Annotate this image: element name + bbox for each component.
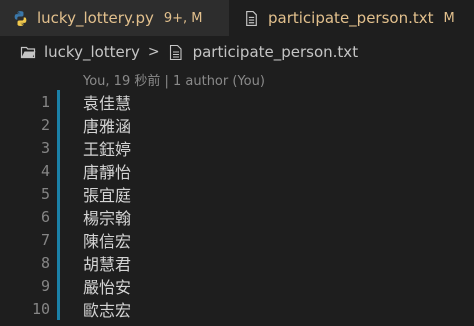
editor-line: 4 唐靜怡 xyxy=(0,159,474,182)
git-blame-codelens[interactable]: You, 19 秒前 | 1 author (You) xyxy=(83,70,265,90)
line-number: 10 xyxy=(31,299,50,318)
editor-line: 7 陳信宏 xyxy=(0,228,474,251)
line-number: 2 xyxy=(40,115,50,134)
tab-participate-person-txt[interactable]: participate_person.txt M xyxy=(229,0,474,36)
line-text: 唐靜怡 xyxy=(83,162,132,182)
line-number: 1 xyxy=(40,92,50,111)
breadcrumb-file[interactable]: participate_person.txt xyxy=(193,43,359,61)
tab-label: participate_person.txt xyxy=(268,9,434,27)
git-modified-indicator xyxy=(57,228,60,251)
editor-line: 10 歐志宏 xyxy=(0,297,474,320)
editor-line: 9 嚴怡安 xyxy=(0,274,474,297)
line-number: 7 xyxy=(40,230,50,249)
breadcrumb: lucky_lottery > participate_person.txt xyxy=(0,36,474,68)
line-text: 嚴怡安 xyxy=(83,277,132,297)
text-file-icon xyxy=(246,10,257,26)
editor[interactable]: 1 袁佳慧 2 唐雅涵 3 王鈺婷 4 唐靜怡 5 張宜庭 6 楊宗翰 7 陳信… xyxy=(0,90,474,326)
line-text: 楊宗翰 xyxy=(83,208,132,228)
line-text: 歐志宏 xyxy=(83,300,132,320)
tab-lucky-lottery-py[interactable]: lucky_lottery.py 9+, M xyxy=(0,0,229,36)
text-file-icon xyxy=(169,44,182,60)
line-text: 王鈺婷 xyxy=(83,139,132,159)
git-modified-indicator xyxy=(57,90,60,113)
editor-line: 8 胡慧君 xyxy=(0,251,474,274)
line-number: 9 xyxy=(40,276,50,295)
line-number: 4 xyxy=(40,161,50,180)
folder-icon xyxy=(20,46,36,59)
git-status-badge: M xyxy=(443,10,455,26)
editor-line: 6 楊宗翰 xyxy=(0,205,474,228)
breadcrumb-separator: > xyxy=(147,44,160,60)
git-modified-indicator xyxy=(57,274,60,297)
git-modified-indicator xyxy=(57,113,60,136)
line-text: 張宜庭 xyxy=(83,185,132,205)
editor-line: 5 張宜庭 xyxy=(0,182,474,205)
editor-line: 2 唐雅涵 xyxy=(0,113,474,136)
python-icon xyxy=(14,10,27,26)
git-status-badge: 9+, M xyxy=(163,10,203,26)
breadcrumb-folder[interactable]: lucky_lottery xyxy=(44,43,140,61)
line-number: 3 xyxy=(40,138,50,157)
git-modified-indicator xyxy=(57,205,60,228)
editor-line: 1 袁佳慧 xyxy=(0,90,474,113)
tab-label: lucky_lottery.py xyxy=(37,9,154,27)
line-text: 胡慧君 xyxy=(83,254,132,274)
line-text: 陳信宏 xyxy=(83,231,132,251)
line-number: 5 xyxy=(40,184,50,203)
line-number: 6 xyxy=(40,207,50,226)
line-text: 唐雅涵 xyxy=(83,116,132,136)
git-modified-indicator xyxy=(57,182,60,205)
git-modified-indicator xyxy=(57,159,60,182)
git-modified-indicator xyxy=(57,251,60,274)
line-number: 8 xyxy=(40,253,50,272)
git-modified-indicator xyxy=(57,136,60,159)
git-modified-indicator xyxy=(57,297,60,320)
line-text: 袁佳慧 xyxy=(83,93,132,113)
editor-line: 3 王鈺婷 xyxy=(0,136,474,159)
tab-bar: lucky_lottery.py 9+, M participate_perso… xyxy=(0,0,474,36)
